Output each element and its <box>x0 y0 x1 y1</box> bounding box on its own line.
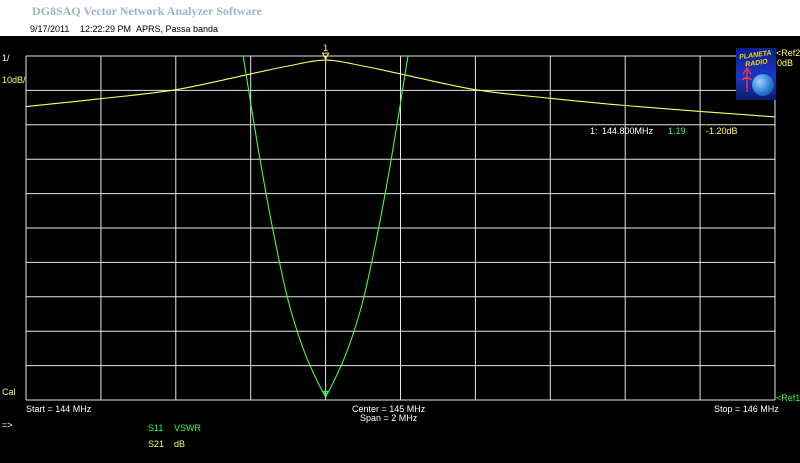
ref2-label: <Ref2 <box>776 48 800 58</box>
description-text: APRS, Passa banda <box>136 24 219 34</box>
left-axis-top-label: 1/ <box>2 53 10 63</box>
point-s11-8 <box>347 348 348 349</box>
point-s11-7 <box>332 382 333 383</box>
marker-readout-db: -1.20dB <box>706 126 738 136</box>
date-text: 9/17/2011 <box>30 24 70 34</box>
grid <box>25 55 776 401</box>
point-s21-9 <box>550 98 551 99</box>
point-s21-3 <box>250 73 251 74</box>
cursor-symbol: => <box>2 420 13 430</box>
point-s21-0 <box>25 106 26 107</box>
point-s21-1 <box>100 98 101 99</box>
left-axis-scale-label: 10dB/ <box>2 75 26 85</box>
point-s21-8 <box>475 89 476 90</box>
planeta-radio-logo: PLANETA RADIO <box>736 48 776 100</box>
legend-s11-param[interactable]: S11 <box>148 423 163 433</box>
point-s11-6 <box>325 393 326 394</box>
point-s11-1 <box>258 148 259 149</box>
point-s11-5 <box>318 382 319 383</box>
start-freq-label: Start = 144 MHz <box>26 404 92 414</box>
ref2-value-label: 0dB <box>777 58 794 68</box>
point-s11-11 <box>392 148 393 149</box>
marker-readout-index: 1: <box>590 126 598 136</box>
marker-number-label: 1 <box>323 43 328 53</box>
window-title-bar: DG8SAQ Vector Network Analyzer Software <box>0 0 800 22</box>
ref1-label: <Ref1 <box>776 393 800 403</box>
point-s21-4 <box>288 65 289 66</box>
span-label: Span = 2 MHz <box>360 413 418 423</box>
stop-freq-label: Stop = 146 MHz <box>714 404 779 414</box>
legend-s21-param[interactable]: S21 <box>148 439 164 449</box>
point-s11-10 <box>377 231 378 232</box>
point-s21-11 <box>700 111 701 112</box>
point-s11-12 <box>407 55 408 56</box>
window-title: DG8SAQ Vector Network Analyzer Software <box>32 4 262 18</box>
point-s11-0 <box>243 55 244 56</box>
point-s11-3 <box>288 300 289 301</box>
point-s21-7 <box>400 73 401 74</box>
marker-readout-freq: 144.800MHz <box>602 126 654 136</box>
plot-area[interactable]: 1 <box>0 36 800 463</box>
info-bar: 9/17/2011 12:22:29 PM APRS, Passa banda <box>0 22 800 36</box>
time-text: 12:22:29 PM <box>80 24 132 34</box>
point-s11-2 <box>273 231 274 232</box>
legend-s21-format[interactable]: dB <box>174 439 185 449</box>
point-s21-2 <box>175 89 176 90</box>
point-s11-4 <box>303 348 304 349</box>
point-s11-9 <box>362 300 363 301</box>
left-axis-cal-label: Cal <box>2 387 16 397</box>
legend-s11-format[interactable]: VSWR <box>174 423 201 433</box>
point-s21-6 <box>362 65 363 66</box>
point-s21-12 <box>774 116 775 117</box>
marker-readout-vswr: 1.19 <box>668 126 686 136</box>
point-s21-10 <box>625 105 626 106</box>
